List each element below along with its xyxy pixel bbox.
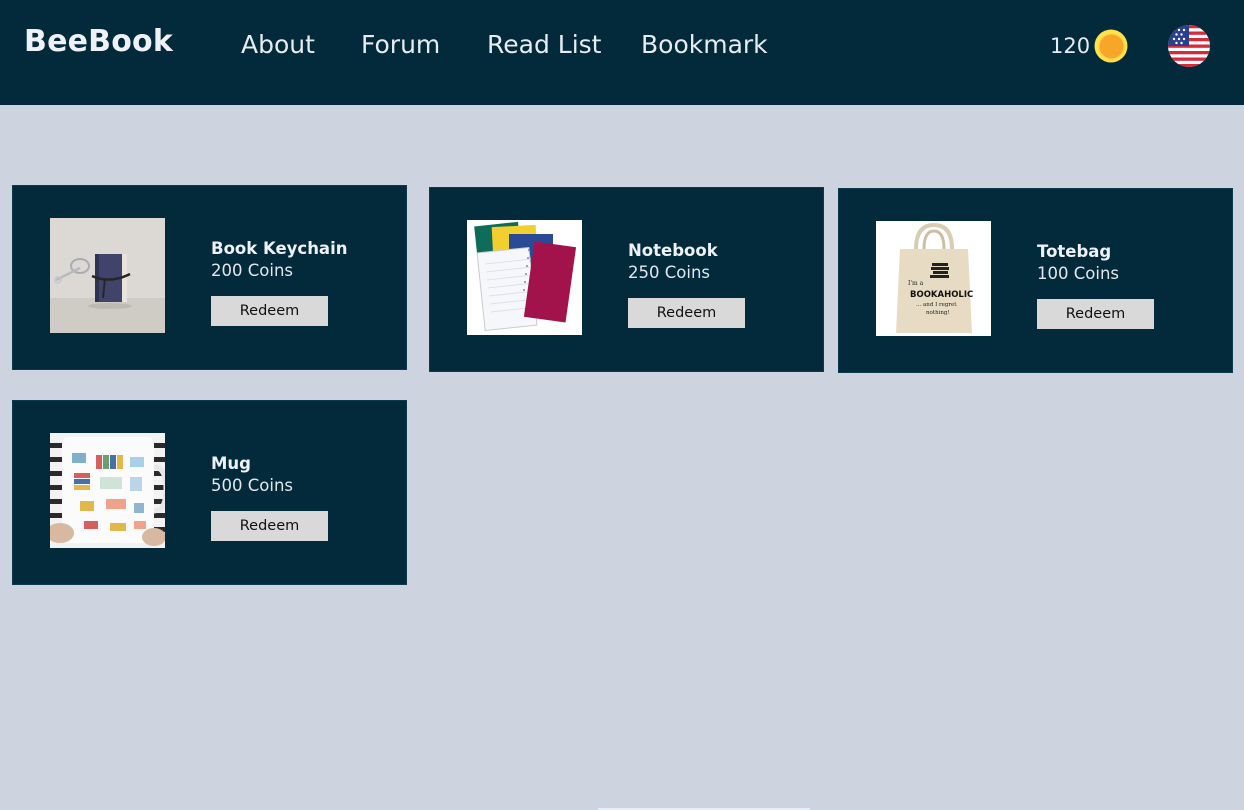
reward-price: 250 Coins: [628, 263, 710, 282]
coin-balance: 120: [1050, 34, 1091, 58]
reward-title: Book Keychain: [211, 239, 348, 258]
reward-card-book-keychain: Book Keychain 200 Coins Redeem: [12, 185, 407, 370]
reward-title: Totebag: [1037, 242, 1112, 261]
nav-read-list-link[interactable]: Read List: [487, 30, 601, 59]
svg-text:nothing!: nothing!: [926, 310, 950, 316]
top-navigation-bar: BeeBook About Forum Read List Bookmark 1…: [0, 0, 1244, 105]
svg-text:I'm a: I'm a: [908, 280, 924, 287]
totebag-image: I'm a BOOKAHOLIC ... and I regret nothin…: [876, 221, 991, 336]
reward-title: Mug: [211, 454, 251, 473]
reward-price: 500 Coins: [211, 476, 293, 495]
reward-card-notebook: Notebook 250 Coins Redeem: [429, 187, 824, 372]
book-keychain-image: [50, 218, 165, 333]
nav-forum-link[interactable]: Forum: [361, 30, 440, 59]
reward-card-mug: Mug 500 Coins Redeem: [12, 400, 407, 585]
reward-price: 100 Coins: [1037, 264, 1119, 283]
book-mug-image: [50, 433, 165, 548]
notebooks-image: [467, 220, 582, 335]
nav-about-link[interactable]: About: [241, 30, 315, 59]
app-logo[interactable]: BeeBook: [24, 24, 173, 59]
reward-card-totebag: I'm a BOOKAHOLIC ... and I regret nothin…: [838, 188, 1233, 373]
gold-coin-icon: [1094, 29, 1128, 63]
redeem-button[interactable]: Redeem: [628, 298, 745, 328]
redeem-button[interactable]: Redeem: [1037, 299, 1154, 329]
svg-text:... and I regret: ... and I regret: [916, 302, 957, 308]
redeem-button[interactable]: Redeem: [211, 296, 328, 326]
svg-text:BOOKAHOLIC: BOOKAHOLIC: [910, 290, 973, 300]
reward-title: Notebook: [628, 241, 718, 260]
reward-price: 200 Coins: [211, 261, 293, 280]
nav-bookmark-link[interactable]: Bookmark: [641, 30, 768, 59]
us-flag-icon[interactable]: [1168, 25, 1210, 67]
redeem-button[interactable]: Redeem: [211, 511, 328, 541]
